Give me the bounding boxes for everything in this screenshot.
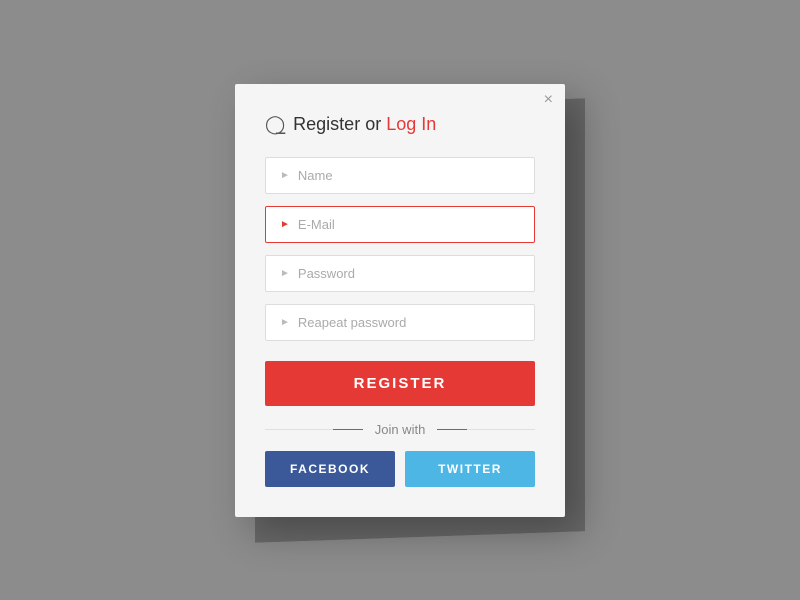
join-with-divider: Join with	[265, 422, 535, 437]
email-arrow-icon: ►	[280, 219, 290, 230]
join-with-label: Join with	[363, 422, 438, 437]
password-input[interactable]	[298, 266, 520, 281]
name-input-wrapper[interactable]: ►	[265, 157, 535, 194]
name-field-group: ►	[265, 157, 535, 194]
social-buttons: FACEBOOK TWITTER	[265, 451, 535, 487]
close-button[interactable]: ×	[544, 92, 553, 108]
repeat-password-input[interactable]	[298, 315, 520, 330]
name-arrow-icon: ►	[280, 170, 290, 181]
register-button[interactable]: REGISTER	[265, 361, 535, 406]
repeat-password-field-group: ►	[265, 304, 535, 341]
or-text: or	[365, 114, 381, 135]
left-line	[265, 429, 363, 430]
email-input[interactable]	[298, 217, 520, 232]
password-input-wrapper[interactable]: ►	[265, 255, 535, 292]
modal-title: ◯̲ Register or Log In	[265, 114, 535, 135]
facebook-button[interactable]: FACEBOOK	[265, 451, 395, 487]
repeat-password-input-wrapper[interactable]: ►	[265, 304, 535, 341]
twitter-button[interactable]: TWITTER	[405, 451, 535, 487]
right-line	[437, 429, 535, 430]
repeat-password-arrow-icon: ►	[280, 317, 290, 328]
password-arrow-icon: ►	[280, 268, 290, 279]
login-link[interactable]: Log In	[386, 114, 436, 135]
modal-dialog: × ◯̲ Register or Log In ► ► ►	[235, 84, 565, 517]
name-input[interactable]	[298, 168, 520, 183]
password-field-group: ►	[265, 255, 535, 292]
modal-wrapper: × ◯̲ Register or Log In ► ► ►	[235, 84, 565, 517]
email-input-wrapper[interactable]: ►	[265, 206, 535, 243]
register-label: Register	[293, 114, 360, 135]
user-icon: ◯̲	[265, 114, 285, 135]
email-field-group: ►	[265, 206, 535, 243]
